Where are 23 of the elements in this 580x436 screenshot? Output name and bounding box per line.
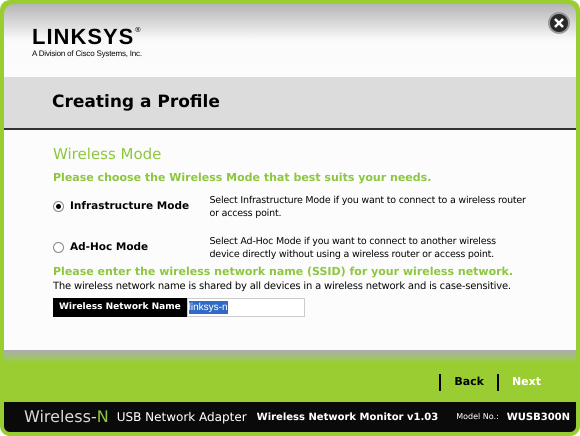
model-label: Model No.:: [456, 411, 499, 423]
logo: LINKSYS: [32, 26, 134, 48]
radio-button[interactable]: [53, 201, 64, 212]
mode-description: Select Infrastructure Mode if you want to connect to a wireless router or access point.: [209, 194, 527, 220]
mode-prompt: Please choose the Wireless Mode that best suits your needs.: [53, 170, 432, 186]
logo-tagline: A Division of Cisco Systems, Inc.: [32, 48, 142, 60]
ssid-prompt: Please enter the wireless network name (SSID) for your wireless network.: [53, 264, 514, 280]
field-label: Wireless Network Name: [53, 298, 187, 317]
page-title: Creating a Profile: [52, 90, 220, 114]
radio-option[interactable]: Infrastructure Mode: [53, 198, 210, 214]
section-heading: Wireless Mode: [53, 144, 162, 164]
nav-button[interactable]: Back: [441, 374, 497, 390]
app-version: Wireless Network Monitor v1.03: [256, 410, 438, 424]
ssid-field[interactable]: linksys-n: [186, 298, 305, 317]
radio-option[interactable]: Ad-Hoc Mode: [53, 240, 210, 256]
brand-text: Wireless-N: [24, 406, 109, 428]
close-icon: [553, 17, 565, 29]
model-number: WUSB300N: [506, 410, 570, 424]
ssid-note: The wireless network name is shared by all devices in a wireless network and is case-sensitive.: [53, 280, 512, 294]
close-button[interactable]: [548, 12, 570, 34]
product-name: USB Network Adapter: [116, 409, 247, 426]
radio-button[interactable]: [53, 242, 64, 253]
mode-description: Select Ad-Hoc Mode if you want to connect to another wireless device directly without using a wireless router or access point.: [209, 234, 497, 260]
